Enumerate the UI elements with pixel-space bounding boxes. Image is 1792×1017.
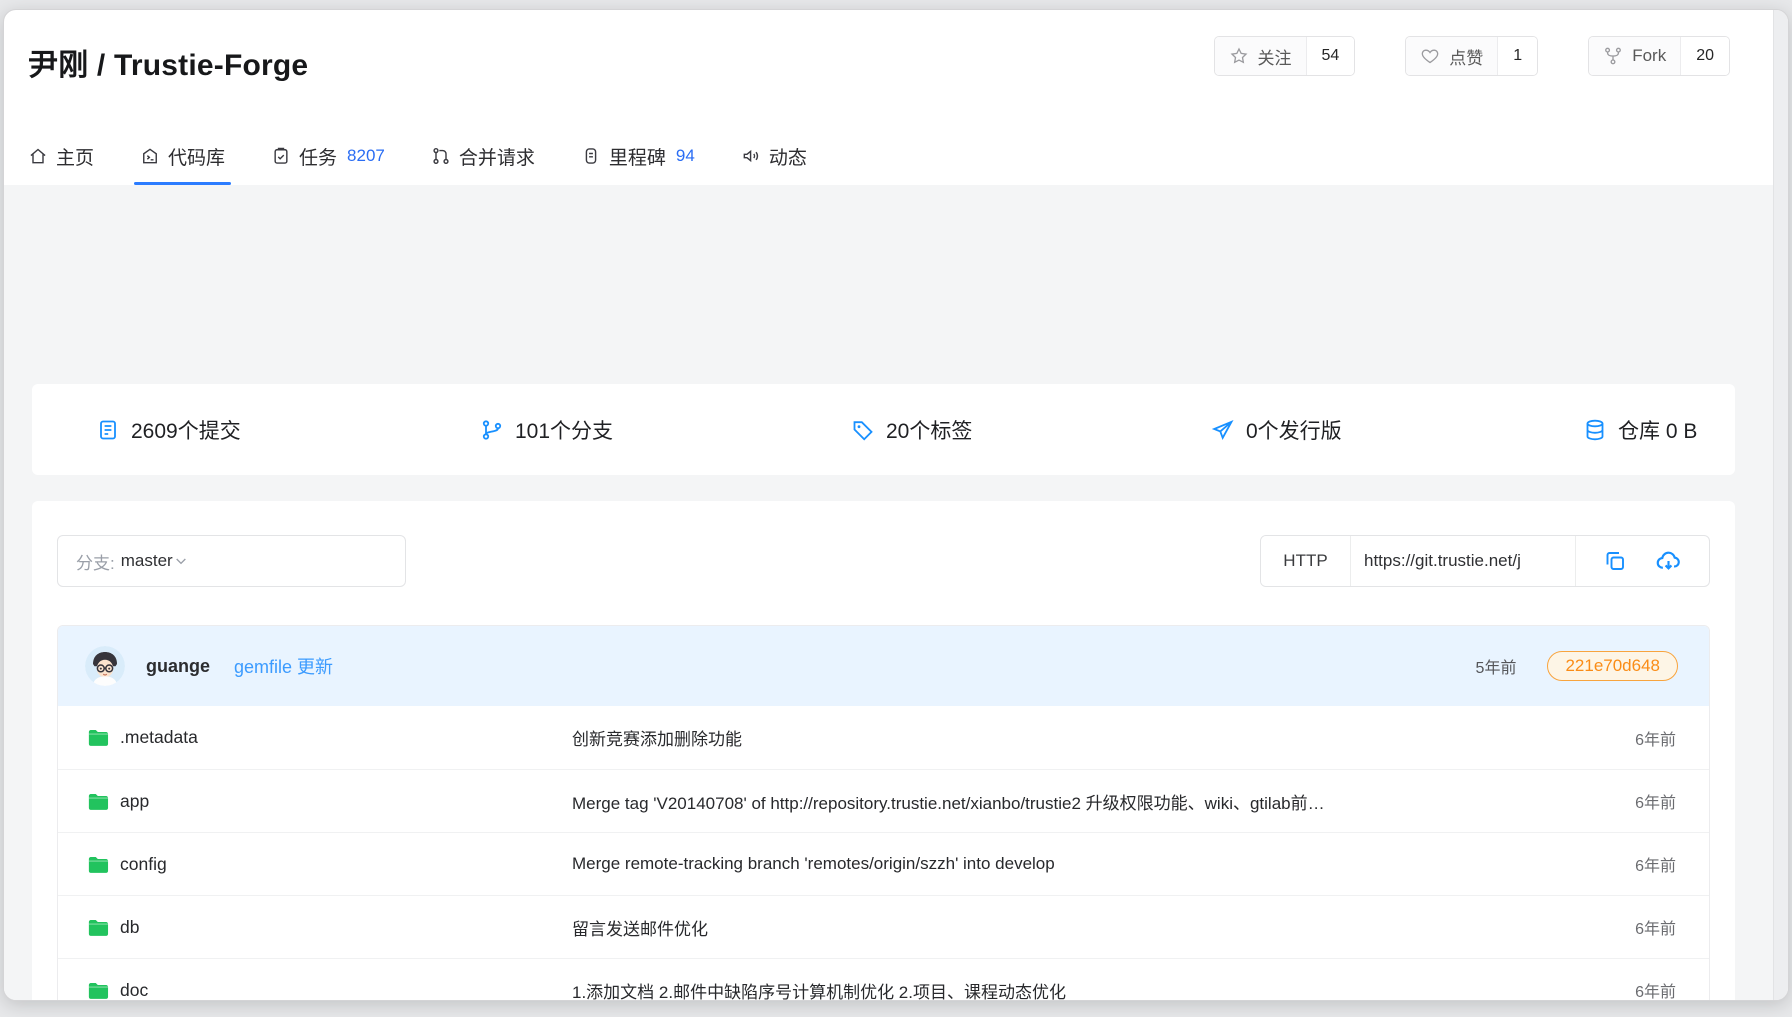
speaker-icon	[741, 146, 761, 166]
issues-count: 8207	[347, 146, 385, 166]
code-repo-icon	[140, 146, 160, 166]
stat-repo-size[interactable]: 仓库 0 B	[1583, 415, 1697, 445]
file-time: 6年前	[1635, 915, 1676, 939]
repo-main-card: 分支: master HTTP	[32, 501, 1735, 1000]
watch-button[interactable]: 关注 54	[1214, 36, 1356, 76]
fork-icon	[1603, 46, 1623, 66]
fork-label: Fork	[1632, 46, 1666, 66]
stat-branches[interactable]: 101个分支	[480, 415, 613, 445]
file-commit-message[interactable]: 1.添加文档 2.邮件中缺陷序号计算机制优化 2.项目、课程动态优化	[572, 978, 1584, 1002]
tab-issues[interactable]: 任务 8207	[271, 127, 385, 185]
merge-request-icon	[431, 146, 451, 166]
clone-url-input[interactable]	[1350, 536, 1575, 586]
file-commit-message[interactable]: 创新竞赛添加删除功能	[572, 725, 1584, 750]
folder-icon	[86, 790, 109, 813]
branch-label: 分支:	[76, 549, 115, 574]
file-time: 6年前	[1635, 978, 1676, 1001]
watch-label: 关注	[1258, 44, 1292, 69]
branch-icon	[480, 418, 504, 442]
tab-home[interactable]: 主页	[28, 127, 94, 185]
tab-activity[interactable]: 动态	[741, 127, 807, 185]
tab-milestones[interactable]: 里程碑 94	[581, 127, 695, 185]
chevron-down-icon	[173, 553, 189, 569]
scrollbar[interactable]	[1773, 10, 1788, 1000]
like-button[interactable]: 点赞 1	[1405, 36, 1538, 76]
watch-count: 54	[1306, 37, 1355, 75]
home-icon	[28, 146, 48, 166]
tab-code[interactable]: 代码库	[140, 127, 225, 185]
like-label: 点赞	[1449, 44, 1483, 69]
stat-commits[interactable]: 2609个提交	[96, 415, 241, 445]
stat-tags[interactable]: 20个标签	[851, 415, 972, 445]
tasks-icon	[271, 146, 291, 166]
file-time: 6年前	[1635, 852, 1676, 876]
page-background: 2609个提交 101个分支 20个标签 0个发行版	[4, 185, 1773, 1000]
fork-count: 20	[1680, 37, 1729, 75]
folder-icon	[86, 726, 109, 749]
like-count: 1	[1497, 37, 1537, 75]
branch-selector[interactable]: 分支: master	[57, 535, 406, 587]
folder-icon	[86, 979, 109, 1002]
file-commit-message[interactable]: Merge tag 'V20140708' of http://reposito…	[572, 789, 1584, 814]
copy-icon[interactable]	[1603, 549, 1627, 573]
folder-icon	[86, 916, 109, 939]
commit-hash-badge[interactable]: 221e70d648	[1547, 651, 1678, 681]
commits-icon	[96, 418, 120, 442]
file-row[interactable]: doc 1.添加文档 2.邮件中缺陷序号计算机制优化 2.项目、课程动态优化 6…	[58, 958, 1709, 1001]
repo-stats-bar: 2609个提交 101个分支 20个标签 0个发行版	[32, 384, 1735, 475]
file-time: 6年前	[1635, 789, 1676, 813]
stat-releases[interactable]: 0个发行版	[1211, 415, 1342, 445]
repo-tabs: 主页 代码库 任务 8207 合并请求 里程碑 94	[28, 127, 807, 185]
tab-merge-requests[interactable]: 合并请求	[431, 127, 535, 185]
file-commit-message[interactable]: Merge remote-tracking branch 'remotes/or…	[572, 854, 1584, 874]
file-row[interactable]: app Merge tag 'V20140708' of http://repo…	[58, 769, 1709, 832]
header-actions: 关注 54 点赞 1 Fork 20	[1214, 36, 1731, 76]
file-time: 6年前	[1635, 726, 1676, 750]
database-icon	[1583, 418, 1607, 442]
milestones-count: 94	[676, 146, 695, 166]
cloud-download-icon[interactable]	[1655, 548, 1682, 575]
commit-author[interactable]: guange	[146, 656, 210, 677]
clone-url-group: HTTP	[1260, 535, 1710, 587]
commit-message-link[interactable]: gemfile 更新	[234, 653, 333, 679]
star-icon	[1229, 46, 1249, 66]
paper-plane-icon	[1211, 418, 1235, 442]
file-row[interactable]: db 留言发送邮件优化 6年前	[58, 895, 1709, 958]
clone-protocol-select[interactable]: HTTP	[1261, 536, 1350, 586]
file-list: guange gemfile 更新 5年前 221e70d648 .metada…	[57, 625, 1710, 1001]
milestone-icon	[581, 146, 601, 166]
fork-button[interactable]: Fork 20	[1588, 36, 1730, 76]
avatar[interactable]	[85, 646, 125, 686]
file-row[interactable]: config Merge remote-tracking branch 'rem…	[58, 832, 1709, 895]
commit-time: 5年前	[1476, 654, 1517, 678]
app-window: 尹刚 / Trustie-Forge 关注 54 点赞 1	[3, 9, 1789, 1001]
tag-icon	[851, 418, 875, 442]
heart-icon	[1420, 46, 1440, 66]
branch-value: master	[121, 551, 173, 571]
repo-toolbar: 分支: master HTTP	[57, 535, 1710, 587]
folder-icon	[86, 853, 109, 876]
page-title: 尹刚 / Trustie-Forge	[28, 40, 308, 84]
file-row[interactable]: .metadata 创新竞赛添加删除功能 6年前	[58, 706, 1709, 769]
file-commit-message[interactable]: 留言发送邮件优化	[572, 915, 1584, 940]
latest-commit-bar: guange gemfile 更新 5年前 221e70d648	[58, 626, 1709, 706]
